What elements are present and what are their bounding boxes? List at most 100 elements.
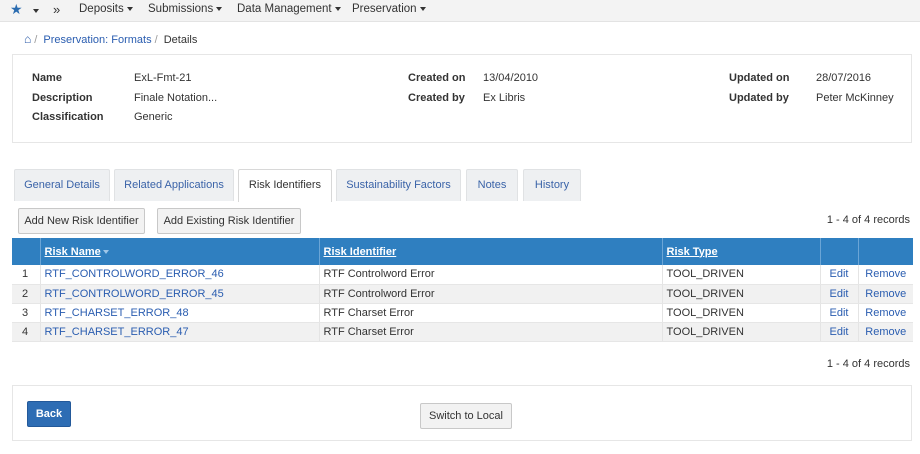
table-row: 2 RTF_CONTROLWORD_ERROR_45 RTF Controlwo…: [12, 284, 913, 304]
table-row: 3 RTF_CHARSET_ERROR_48 RTF Charset Error…: [12, 303, 913, 323]
risk-identifier-cell: RTF Controlword Error: [319, 284, 663, 304]
chevron-down-icon: [33, 9, 39, 14]
tab-notes[interactable]: Notes: [466, 169, 518, 201]
records-count-bottom: 1 - 4 of 4 records: [826, 358, 910, 370]
sort-desc-icon: [102, 249, 109, 254]
top-nav-bar: ★ » Deposits Submissions Data Management…: [0, 0, 920, 22]
name-value: ExL-Fmt-21: [134, 72, 192, 84]
nav-deposits[interactable]: Deposits: [79, 3, 133, 15]
table-row: 4 RTF_CHARSET_ERROR_47 RTF Charset Error…: [12, 322, 913, 342]
risk-identifier-header-label: Risk Identifier: [323, 245, 397, 258]
home-icon[interactable]: ⌂: [24, 32, 31, 46]
tab-history[interactable]: History: [523, 169, 581, 201]
favorites-star-icon[interactable]: ★: [10, 1, 23, 18]
nav-data-management-label: Data Management: [237, 3, 332, 15]
add-new-risk-identifier-button[interactable]: Add New Risk Identifier: [18, 208, 145, 234]
edit-link[interactable]: Edit: [830, 307, 849, 319]
nav-submissions[interactable]: Submissions: [148, 3, 223, 15]
remove-link[interactable]: Remove: [865, 268, 906, 280]
remove-cell: Remove: [858, 303, 913, 323]
edit-column-header: [820, 238, 859, 265]
nav-preservation[interactable]: Preservation: [352, 3, 426, 15]
edit-cell: Edit: [820, 303, 859, 323]
risk-identifier-cell: RTF Charset Error: [319, 303, 663, 323]
switch-to-local-button[interactable]: Switch to Local: [420, 403, 512, 429]
updated-by-value: Peter McKinney: [816, 92, 894, 104]
risk-name-cell: RTF_CONTROLWORD_ERROR_46: [40, 265, 320, 285]
favorites-dropdown[interactable]: [30, 5, 39, 17]
edit-cell: Edit: [820, 284, 859, 304]
created-on-value: 13/04/2010: [483, 72, 539, 84]
edit-cell: Edit: [820, 322, 859, 342]
breadcrumb-separator: /: [154, 34, 158, 46]
remove-cell: Remove: [858, 284, 913, 304]
updated-by-label: Updated by: [729, 92, 789, 104]
tab-related-applications[interactable]: Related Applications: [114, 169, 234, 201]
breadcrumb-preservation-formats[interactable]: Preservation: Formats: [43, 34, 151, 46]
risk-name-link[interactable]: RTF_CONTROLWORD_ERROR_46: [45, 268, 224, 280]
risk-identifiers-table: Risk Name Risk Identifier Risk Type 1 RT…: [12, 238, 913, 342]
table-row: 1 RTF_CONTROLWORD_ERROR_46 RTF Controlwo…: [12, 265, 913, 285]
nav-preservation-label: Preservation: [352, 3, 417, 15]
remove-link[interactable]: Remove: [865, 288, 906, 300]
updated-on-label: Updated on: [729, 72, 790, 84]
risk-identifier-cell: RTF Charset Error: [319, 322, 663, 342]
risk-type-cell: TOOL_DRIVEN: [662, 322, 821, 342]
classification-value: Generic: [134, 111, 173, 123]
classification-label: Classification: [32, 111, 104, 123]
chevron-down-icon: [419, 6, 426, 11]
name-label: Name: [32, 72, 62, 84]
row-number: 2: [12, 284, 41, 304]
risk-name-link[interactable]: RTF_CONTROLWORD_ERROR_45: [45, 288, 224, 300]
nav-more-icon[interactable]: »: [53, 2, 60, 17]
breadcrumb-current: Details: [163, 34, 198, 46]
nav-data-management[interactable]: Data Management: [237, 3, 341, 15]
nav-submissions-label: Submissions: [148, 3, 214, 15]
records-count-top: 1 - 4 of 4 records: [826, 214, 910, 226]
created-by-value: Ex Libris: [483, 92, 526, 104]
risk-name-cell: RTF_CONTROLWORD_ERROR_45: [40, 284, 320, 304]
row-number: 4: [12, 322, 41, 342]
created-on-label: Created on: [408, 72, 466, 84]
risk-name-header-label: Risk Name: [44, 245, 101, 258]
risk-type-cell: TOOL_DRIVEN: [662, 265, 821, 285]
edit-link[interactable]: Edit: [830, 288, 849, 300]
risk-identifier-header[interactable]: Risk Identifier: [319, 238, 663, 265]
description-label: Description: [32, 92, 93, 104]
format-details-panel: Name ExL-Fmt-21 Description Finale Notat…: [12, 54, 912, 143]
risk-identifier-cell: RTF Controlword Error: [319, 265, 663, 285]
remove-link[interactable]: Remove: [865, 307, 906, 319]
breadcrumb: ⌂ / Preservation: Formats / Details: [24, 32, 197, 46]
add-existing-risk-identifier-button[interactable]: Add Existing Risk Identifier: [157, 208, 301, 234]
risk-type-header[interactable]: Risk Type: [662, 238, 821, 265]
back-button[interactable]: Back: [27, 401, 71, 427]
description-value: Finale Notation...: [134, 92, 218, 104]
risk-name-link[interactable]: RTF_CHARSET_ERROR_47: [45, 326, 189, 338]
risk-type-header-label: Risk Type: [666, 245, 718, 258]
form-actions-panel: Back Switch to Local: [12, 385, 912, 441]
risk-name-cell: RTF_CHARSET_ERROR_48: [40, 303, 320, 323]
remove-cell: Remove: [858, 322, 913, 342]
table-header-row: Risk Name Risk Identifier Risk Type: [12, 238, 913, 265]
risk-type-cell: TOOL_DRIVEN: [662, 303, 821, 323]
created-by-label: Created by: [408, 92, 465, 104]
risk-name-header[interactable]: Risk Name: [40, 238, 320, 265]
chevron-down-icon: [334, 6, 341, 11]
tab-sustainability-factors[interactable]: Sustainability Factors: [336, 169, 461, 201]
edit-link[interactable]: Edit: [830, 326, 849, 338]
remove-cell: Remove: [858, 265, 913, 285]
breadcrumb-separator: /: [34, 34, 38, 46]
updated-on-value: 28/07/2016: [816, 72, 872, 84]
row-number-header: [12, 238, 41, 265]
row-number: 1: [12, 265, 41, 285]
edit-link[interactable]: Edit: [830, 268, 849, 280]
risk-name-cell: RTF_CHARSET_ERROR_47: [40, 322, 320, 342]
tab-risk-identifiers[interactable]: Risk Identifiers: [238, 169, 332, 202]
remove-link[interactable]: Remove: [865, 326, 906, 338]
risk-name-link[interactable]: RTF_CHARSET_ERROR_48: [45, 307, 189, 319]
tab-general-details[interactable]: General Details: [14, 169, 110, 201]
nav-deposits-label: Deposits: [79, 3, 124, 15]
row-number: 3: [12, 303, 41, 323]
chevron-down-icon: [126, 6, 133, 11]
remove-column-header: [858, 238, 913, 265]
